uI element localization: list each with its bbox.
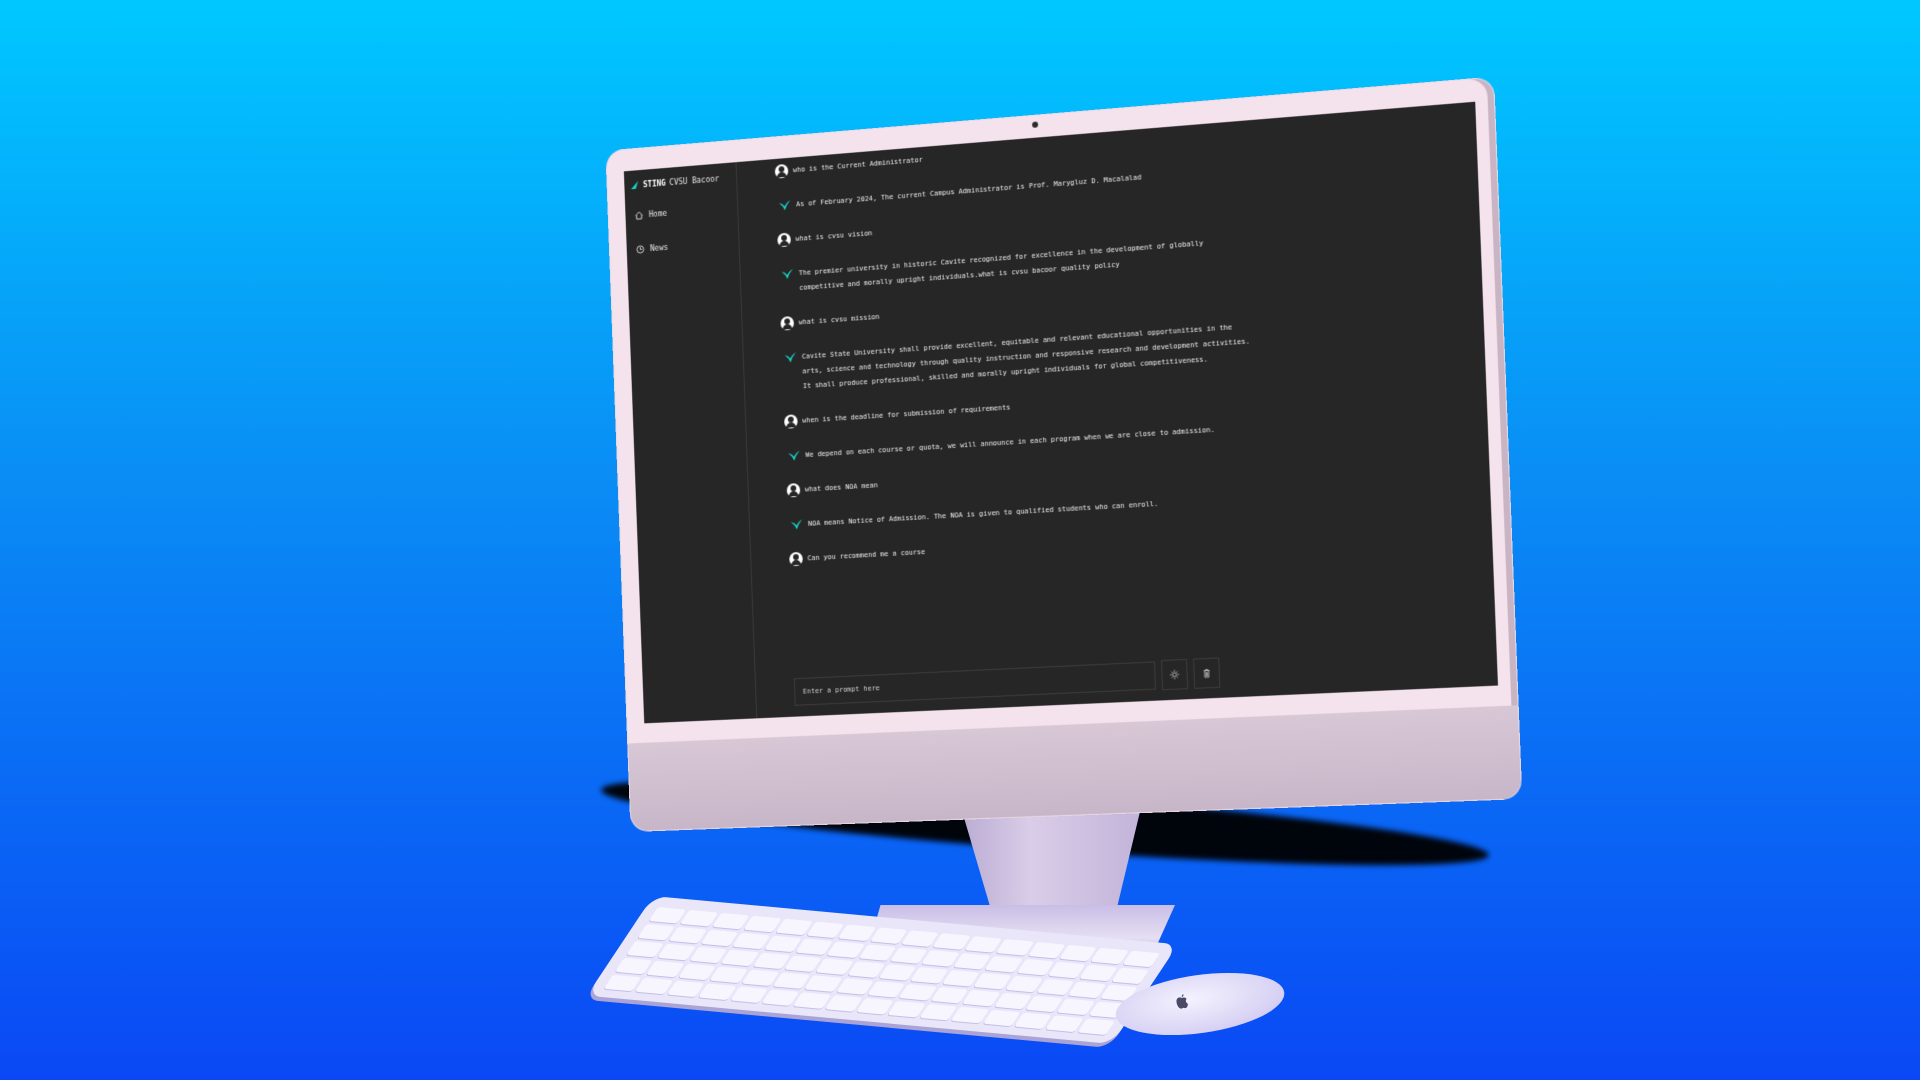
clock-icon bbox=[636, 245, 645, 254]
message-text: what is cvsu mission bbox=[798, 312, 880, 327]
user-avatar-icon bbox=[783, 414, 798, 429]
bot-bird-icon bbox=[778, 200, 791, 211]
sidebar-item-label: News bbox=[649, 242, 669, 254]
user-avatar-icon bbox=[789, 551, 803, 567]
user-avatar-icon bbox=[774, 163, 789, 179]
sidebar-item-home[interactable]: Home bbox=[635, 204, 732, 220]
user-avatar-icon bbox=[777, 232, 792, 248]
imac-monitor: STING CVSU Bacoor Home News who is the C… bbox=[606, 77, 1522, 832]
message-text: what is cvsu vision bbox=[795, 229, 873, 243]
keyboard-key bbox=[1110, 967, 1149, 985]
brand[interactable]: STING CVSU Bacoor bbox=[630, 172, 731, 190]
brand-subtitle: CVSU Bacoor bbox=[669, 173, 720, 187]
message-text: Cavite State University shall provide ex… bbox=[801, 323, 1250, 391]
bot-bird-icon bbox=[784, 352, 797, 363]
chat-history[interactable]: who is the Current Administrator As of F… bbox=[774, 111, 1451, 587]
sting-logo-icon bbox=[630, 180, 639, 190]
sidebar-item-label: Home bbox=[648, 208, 668, 220]
message-text: what does NOA mean bbox=[804, 481, 878, 494]
message-text: when is the deadline for submission of r… bbox=[802, 403, 1011, 425]
prompt-input[interactable] bbox=[793, 661, 1157, 706]
bot-bird-icon bbox=[788, 450, 800, 462]
user-avatar-icon bbox=[780, 315, 795, 331]
home-icon bbox=[635, 211, 644, 220]
chat-panel: who is the Current Administrator As of F… bbox=[737, 102, 1498, 719]
message-text: who is the Current Administrator bbox=[792, 155, 923, 175]
apple-logo-icon bbox=[1176, 994, 1188, 1009]
sidebar-item-news[interactable]: News bbox=[636, 238, 733, 254]
brand-name: STING bbox=[642, 178, 666, 189]
message-text: The premier university in historic Cavit… bbox=[798, 239, 1204, 292]
message-text: As of February 2024, The current Campus … bbox=[796, 173, 1142, 209]
message-text: NOA means Notice of Admission. The NOA i… bbox=[807, 499, 1159, 528]
theme-toggle-button[interactable] bbox=[1160, 658, 1189, 691]
user-avatar-icon bbox=[786, 483, 801, 498]
clear-chat-button[interactable] bbox=[1193, 657, 1221, 689]
sun-icon bbox=[1169, 669, 1179, 680]
sidebar: STING CVSU Bacoor Home News bbox=[623, 162, 758, 724]
bot-bird-icon bbox=[790, 519, 803, 530]
app-window: STING CVSU Bacoor Home News who is the C… bbox=[623, 101, 1498, 724]
trash-icon bbox=[1201, 668, 1211, 679]
keyboard-key bbox=[1077, 1018, 1116, 1035]
prompt-bar bbox=[793, 657, 1221, 706]
message-text: Can you recommend me a course bbox=[807, 548, 926, 563]
bot-bird-icon bbox=[781, 268, 794, 280]
message-text: We depend on each course or quota, we wi… bbox=[805, 425, 1215, 460]
keyboard-key bbox=[1122, 950, 1161, 968]
